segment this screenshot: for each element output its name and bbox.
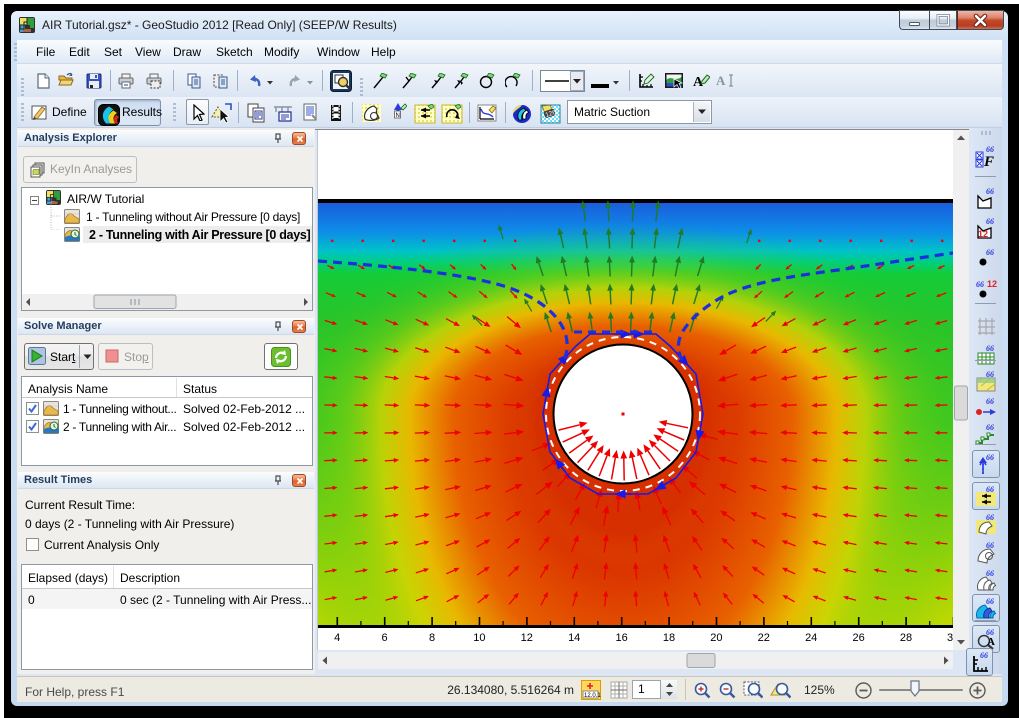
- svg-text:12: 12: [987, 279, 997, 289]
- svg-text:A: A: [987, 636, 995, 648]
- svg-text:66: 66: [986, 344, 994, 353]
- svg-text:66: 66: [986, 248, 994, 257]
- svg-text:66: 66: [980, 651, 988, 660]
- svg-text:12: 12: [521, 632, 533, 644]
- svg-text:66: 66: [986, 569, 994, 578]
- svg-text:8: 8: [429, 632, 435, 644]
- svg-text:14: 14: [568, 632, 580, 644]
- svg-text:18: 18: [663, 632, 675, 644]
- svg-text:24: 24: [805, 632, 817, 644]
- svg-text:28: 28: [900, 632, 912, 644]
- svg-text:66: 66: [986, 397, 994, 406]
- svg-text:10: 10: [473, 632, 485, 644]
- svg-text:22: 22: [758, 632, 770, 644]
- svg-text:66: 66: [986, 145, 994, 154]
- svg-text:66: 66: [986, 597, 994, 606]
- svg-text:4: 4: [334, 632, 340, 644]
- svg-text:66: 66: [986, 187, 994, 196]
- svg-text:12: 12: [978, 229, 988, 239]
- svg-text:12.0.1: 12.0.1: [584, 693, 601, 699]
- svg-text:A: A: [716, 73, 726, 88]
- svg-text:26: 26: [852, 632, 864, 644]
- svg-text:20: 20: [710, 632, 722, 644]
- svg-text:6: 6: [382, 632, 388, 644]
- svg-text:66: 66: [986, 217, 994, 226]
- svg-text:F: F: [983, 154, 994, 168]
- svg-text:N: N: [396, 113, 400, 119]
- svg-text:16: 16: [615, 632, 627, 644]
- svg-text:66: 66: [976, 280, 984, 289]
- svg-text:66: 66: [986, 423, 994, 432]
- svg-text:66: 66: [986, 453, 994, 462]
